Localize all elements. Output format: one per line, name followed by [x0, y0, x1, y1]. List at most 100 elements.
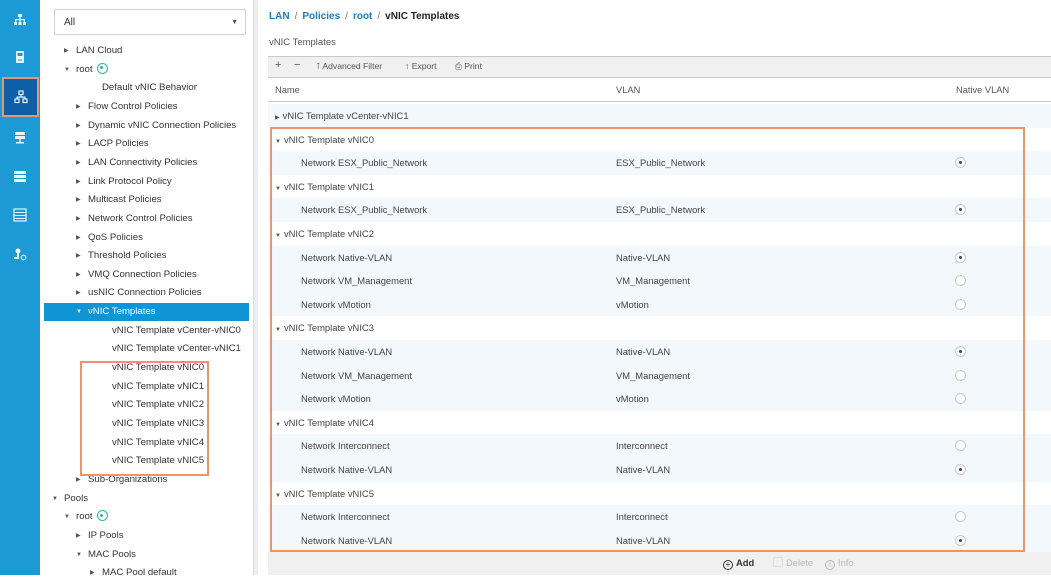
network-row[interactable]: Network Interconnect Interconnect: [268, 505, 1051, 529]
network-row[interactable]: Network vMotion vMotion: [268, 387, 1051, 411]
tree-node[interactable]: vNIC Template vCenter-vNIC0: [100, 322, 241, 340]
tree-node[interactable]: ▶ VMQ Connection Policies: [76, 266, 197, 284]
tree-node[interactable]: ▶ Link Protocol Policy: [76, 173, 172, 191]
column-header-vlan[interactable]: VLAN: [616, 85, 640, 95]
tree-node[interactable]: vNIC Template vCenter-vNIC1: [100, 340, 241, 358]
tree-node[interactable]: ▶ Network Control Policies: [76, 210, 193, 228]
template-group-row[interactable]: ▼ vNIC Template vNIC2: [268, 222, 1051, 246]
remove-button[interactable]: −: [294, 59, 300, 71]
tree-node[interactable]: ▼ vNIC Templates: [44, 303, 249, 322]
tree-node[interactable]: ▶ Multicast Policies: [76, 191, 162, 209]
expand-arrow-icon[interactable]: ▶: [76, 247, 88, 265]
expand-arrow-icon[interactable]: ▶: [76, 98, 88, 116]
collapse-arrow-icon[interactable]: ▼: [76, 303, 88, 321]
admin-icon[interactable]: [0, 235, 40, 273]
native-vlan-radio[interactable]: [955, 157, 966, 169]
column-header-native-vlan[interactable]: Native VLAN: [956, 85, 1009, 95]
collapse-arrow-icon[interactable]: ▼: [76, 546, 88, 564]
footer-delete-button[interactable]: Delete: [773, 557, 813, 568]
footer-add-button[interactable]: + Add: [723, 557, 754, 570]
expand-arrow-icon[interactable]: ▶: [76, 266, 88, 284]
tree-node[interactable]: vNIC Template vNIC3: [100, 415, 204, 433]
template-group-row[interactable]: ▶ vNIC Template vCenter-vNIC1: [268, 104, 1051, 128]
network-row[interactable]: Network Native-VLAN Native-VLAN: [268, 339, 1051, 364]
collapse-arrow-icon[interactable]: ▼: [52, 490, 64, 508]
native-vlan-radio[interactable]: [955, 275, 966, 287]
column-header-name[interactable]: Name: [275, 85, 300, 95]
network-row[interactable]: Network vMotion vMotion: [268, 292, 1051, 317]
tree-node[interactable]: ▶ Dynamic vNIC Connection Policies: [76, 117, 236, 135]
tree-node[interactable]: ▶ LAN Connectivity Policies: [76, 154, 197, 172]
template-group-row[interactable]: ▼ vNIC Template vNIC5: [268, 482, 1051, 506]
footer-info-button[interactable]: i Info: [825, 557, 854, 570]
native-vlan-radio[interactable]: [955, 440, 966, 452]
tree-node[interactable]: ▼ Pools: [52, 490, 88, 508]
native-vlan-radio[interactable]: [955, 534, 966, 546]
tree-node[interactable]: ▶ Threshold Policies: [76, 247, 166, 265]
network-row[interactable]: Network VM_Management VM_Management: [268, 363, 1051, 388]
expand-arrow-icon[interactable]: ▶: [76, 210, 88, 228]
tree-node[interactable]: ▶ MAC Pool default: [90, 564, 177, 582]
native-vlan-radio[interactable]: [955, 298, 966, 310]
equipment-icon[interactable]: [0, 1, 40, 39]
servers-icon[interactable]: [0, 38, 40, 76]
tree-node[interactable]: Default vNIC Behavior: [90, 79, 197, 97]
native-vlan-radio[interactable]: [955, 345, 966, 357]
tree-node[interactable]: ▶ QoS Policies: [76, 229, 143, 247]
network-row[interactable]: Network Interconnect Interconnect: [268, 434, 1051, 458]
template-group-row[interactable]: ▼ vNIC Template vNIC3: [268, 316, 1051, 340]
template-group-row[interactable]: ▼ vNIC Template vNIC1: [268, 175, 1051, 199]
expand-arrow-icon[interactable]: ▶: [76, 154, 88, 172]
native-vlan-radio[interactable]: [955, 369, 966, 381]
expand-arrow-icon[interactable]: ▶: [76, 135, 88, 153]
breadcrumb-link-lan[interactable]: LAN: [269, 11, 290, 22]
advanced-filter-button[interactable]: ⊺ Advanced Filter: [316, 61, 382, 72]
tree-node[interactable]: ▶ usNIC Connection Policies: [76, 284, 202, 302]
expand-arrow-icon[interactable]: ▶: [76, 173, 88, 191]
lan-icon[interactable]: [2, 77, 39, 117]
tree-node[interactable]: ▶ LACP Policies: [76, 135, 149, 153]
native-vlan-radio[interactable]: [955, 511, 966, 523]
tree-node[interactable]: vNIC Template vNIC0: [100, 359, 204, 377]
tree-node[interactable]: vNIC Template vNIC4: [100, 434, 204, 452]
tree-node[interactable]: vNIC Template vNIC2: [100, 396, 204, 414]
breadcrumb-link-root[interactable]: root: [353, 11, 372, 22]
expand-arrow-icon[interactable]: ▶: [76, 471, 88, 489]
network-row[interactable]: Network ESX_Public_Network ESX_Public_Net…: [268, 198, 1051, 222]
export-button[interactable]: ↑ Export: [405, 61, 437, 71]
native-vlan-radio[interactable]: [955, 204, 966, 216]
network-row[interactable]: Network Native-VLAN Native-VLAN: [268, 528, 1051, 553]
network-row[interactable]: Network Native-VLAN Native-VLAN: [268, 245, 1051, 270]
expand-arrow-icon[interactable]: ▶: [76, 527, 88, 545]
expand-arrow-icon[interactable]: ▶: [76, 229, 88, 247]
network-row[interactable]: Network Native-VLAN Native-VLAN: [268, 457, 1051, 482]
tree-node[interactable]: ▼ root: [64, 61, 108, 79]
expand-arrow-icon[interactable]: ▶: [64, 42, 76, 60]
collapse-arrow-icon[interactable]: ▼: [64, 508, 76, 526]
native-vlan-radio[interactable]: [955, 463, 966, 475]
expand-arrow-icon[interactable]: ▶: [76, 117, 88, 135]
native-vlan-radio[interactable]: [955, 251, 966, 263]
collapse-arrow-icon[interactable]: ▼: [64, 61, 76, 79]
tree-node[interactable]: ▶ LAN Cloud: [64, 42, 122, 60]
expand-arrow-icon[interactable]: ▶: [76, 191, 88, 209]
network-row[interactable]: Network ESX_Public_Network ESX_Public_Net…: [268, 151, 1051, 175]
template-group-row[interactable]: ▼ vNIC Template vNIC0: [268, 128, 1051, 152]
expand-arrow-icon[interactable]: ▶: [90, 564, 102, 582]
network-row[interactable]: Network VM_Management VM_Management: [268, 269, 1051, 293]
san-icon[interactable]: [0, 119, 40, 157]
tree-node[interactable]: ▶ Sub-Organizations: [76, 471, 167, 489]
add-button[interactable]: +: [275, 59, 281, 71]
tree-node[interactable]: vNIC Template vNIC1: [100, 378, 204, 396]
tree-node[interactable]: ▶ IP Pools: [76, 527, 124, 545]
tree-node[interactable]: ▼ MAC Pools: [76, 546, 136, 564]
tree-node[interactable]: ▶ Flow Control Policies: [76, 98, 178, 116]
tree-node[interactable]: vNIC Template vNIC5: [100, 452, 204, 470]
storage-icon[interactable]: [0, 196, 40, 234]
template-group-row[interactable]: ▼ vNIC Template vNIC4: [268, 411, 1051, 435]
native-vlan-radio[interactable]: [955, 393, 966, 405]
print-button[interactable]: ⎙ Print: [455, 61, 482, 72]
tree-filter-dropdown[interactable]: All ▼: [54, 9, 246, 35]
expand-arrow-icon[interactable]: ▶: [76, 284, 88, 302]
vm-icon[interactable]: [0, 157, 40, 195]
